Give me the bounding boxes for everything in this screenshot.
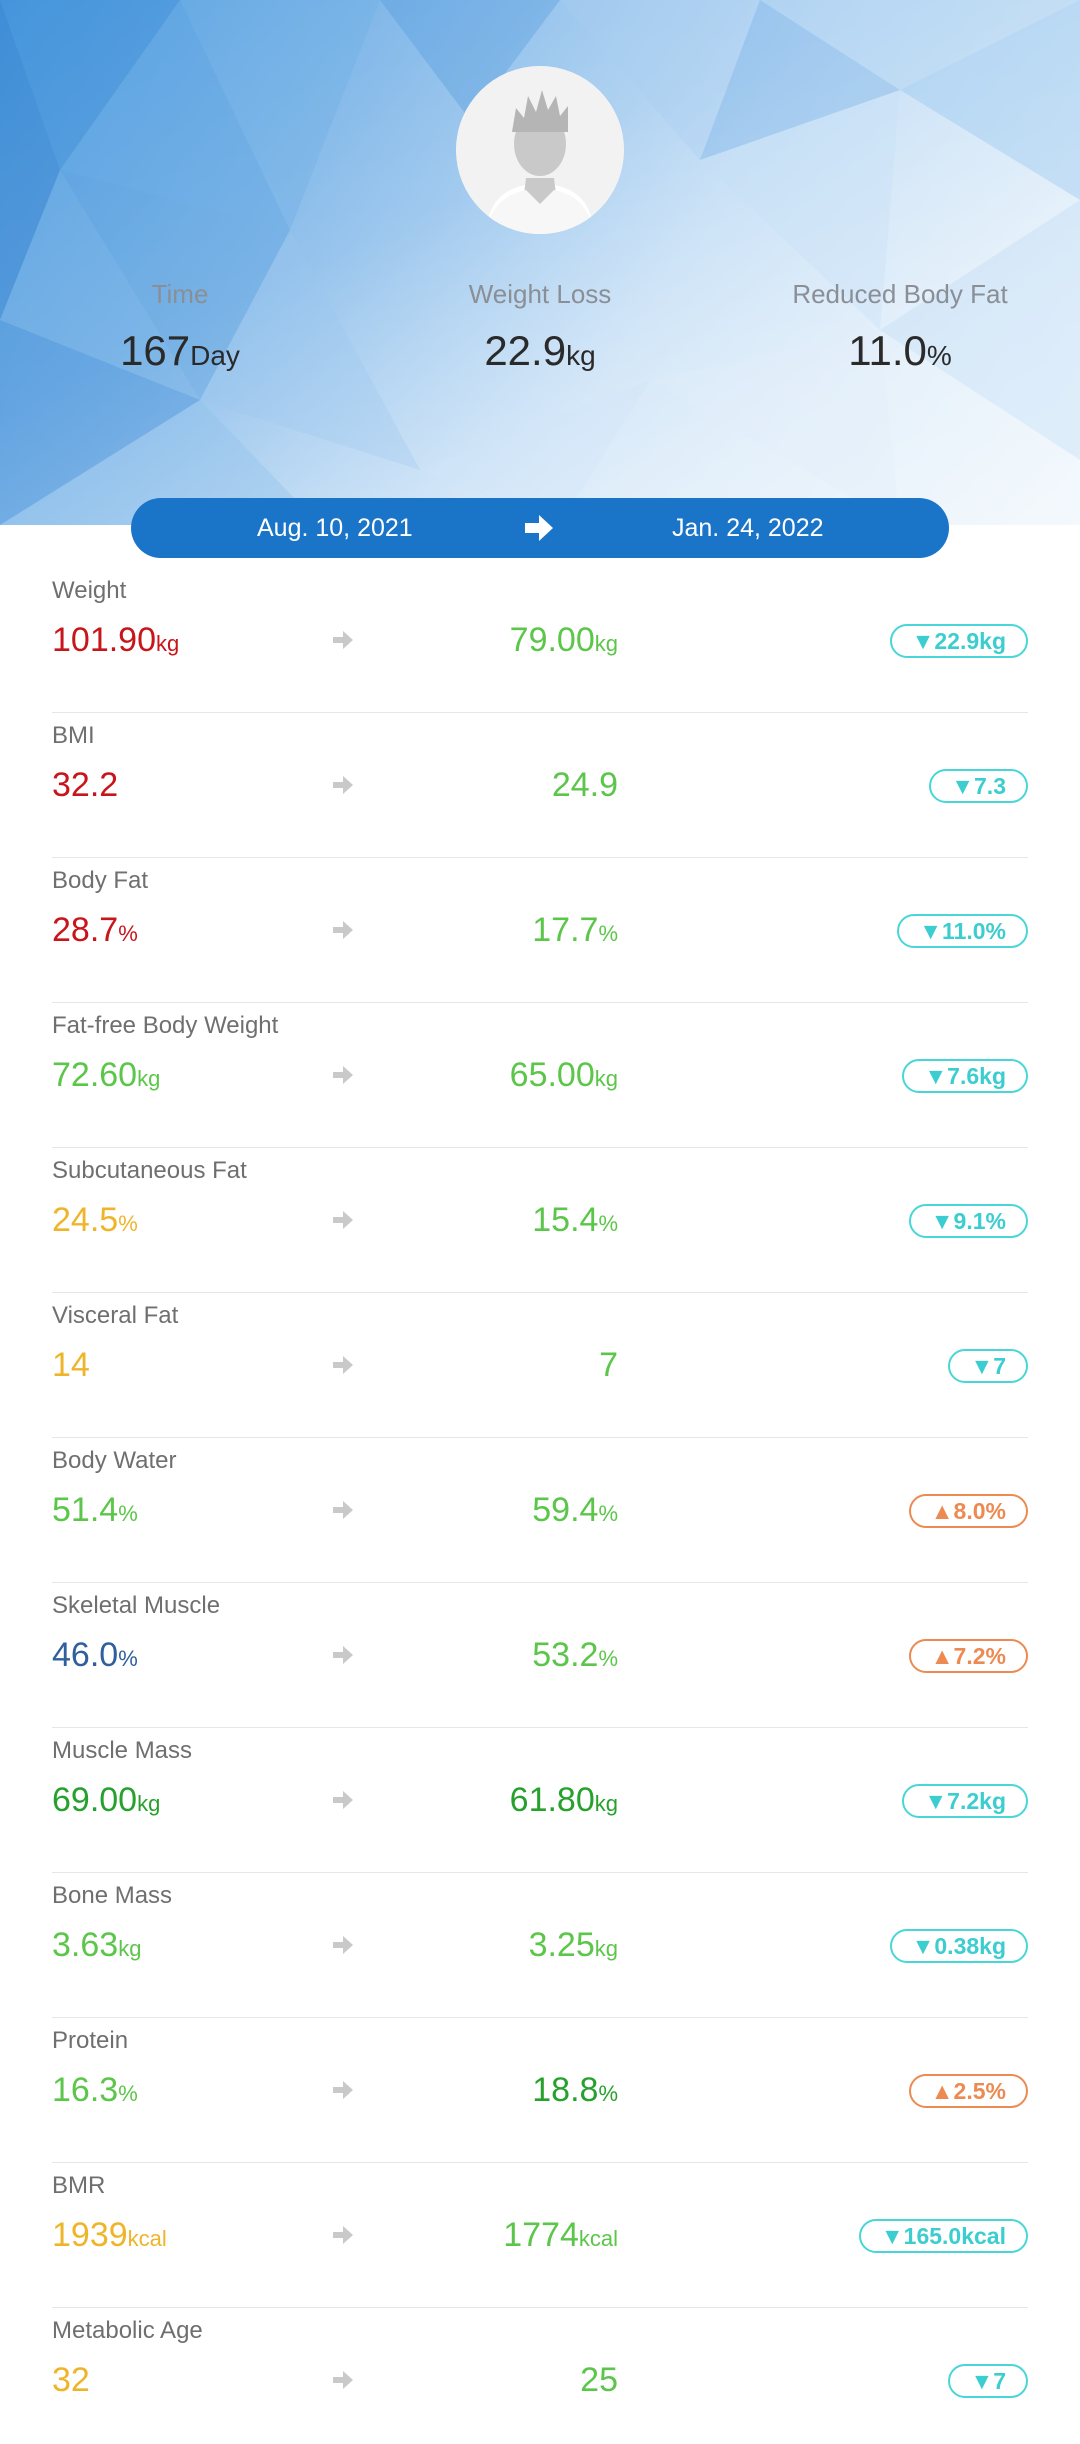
metric-to-value: 1774kcal xyxy=(503,2216,618,2254)
metric-row[interactable]: Visceral Fat 14 7 ▼7 xyxy=(52,1293,1028,1438)
metric-row[interactable]: Metabolic Age 32 25 ▼7 xyxy=(52,2308,1028,2444)
metric-name-fat-free-body-weight: Fat-free Body Weight xyxy=(52,1012,279,1039)
change-badge: ▼11.0% xyxy=(897,914,1028,948)
change-badge: ▼7 xyxy=(948,2364,1028,2398)
metric-to-value: 15.4% xyxy=(532,1201,618,1239)
metric-name-body-fat: Body Fat xyxy=(52,867,149,894)
metric-to-value: 7 xyxy=(599,1346,618,1384)
metric-to-value: 18.8% xyxy=(532,2071,618,2109)
change-badge: ▼165.0kcal xyxy=(858,2219,1028,2253)
arrow-right-icon xyxy=(333,1936,353,1954)
arrow-right-icon xyxy=(333,2371,353,2389)
metric-name-visceral-fat: Visceral Fat xyxy=(52,1302,179,1329)
arrow-right-icon xyxy=(333,1356,353,1374)
start-date[interactable]: Aug. 10, 2021 xyxy=(257,498,413,558)
arrow-right-icon xyxy=(333,1646,353,1664)
metric-row[interactable]: Protein 16.3% 18.8% ▲2.5% xyxy=(52,2018,1028,2163)
change-badge: ▼7.3 xyxy=(929,769,1028,803)
arrow-right-icon xyxy=(333,1501,353,1519)
header-banner: Time 167Day Weight Loss 22.9kg Reduced B… xyxy=(0,0,1080,525)
change-badge: ▼9.1% xyxy=(908,1204,1028,1238)
metric-from-value: 72.60kg xyxy=(52,1056,161,1094)
metric-name-weight: Weight xyxy=(52,577,127,604)
metric-name-protein: Protein xyxy=(52,2027,129,2054)
metric-from-value: 32 xyxy=(52,2361,90,2399)
arrow-right-icon xyxy=(333,1211,353,1229)
metric-row[interactable]: Skeletal Muscle 46.0% 53.2% ▲7.2% xyxy=(52,1583,1028,1728)
arrow-right-icon xyxy=(333,2226,353,2244)
metric-name-muscle-mass: Muscle Mass xyxy=(52,1737,193,1764)
change-badge: ▼0.38kg xyxy=(889,1929,1028,1963)
avatar[interactable] xyxy=(456,66,624,234)
metric-row[interactable]: Muscle Mass 69.00kg 61.80kg ▼7.2kg xyxy=(52,1728,1028,1873)
metric-to-value: 53.2% xyxy=(532,1636,618,1674)
metric-name-metabolic-age: Metabolic Age xyxy=(52,2317,203,2344)
time-label: Time xyxy=(151,279,209,309)
metric-from-value: 3.63kg xyxy=(52,1926,142,1964)
change-badge: ▼22.9kg xyxy=(889,624,1028,658)
metric-from-value: 14 xyxy=(52,1346,90,1384)
metric-name-bmi: BMI xyxy=(52,722,95,749)
metric-from-value: 32.2 xyxy=(52,766,119,804)
arrow-right-icon xyxy=(333,1791,353,1809)
change-badge: ▼7.2kg xyxy=(902,1784,1028,1818)
metric-name-bone-mass: Bone Mass xyxy=(52,1882,173,1909)
date-range-bar[interactable]: Aug. 10, 2021 Jan. 24, 2022 xyxy=(131,498,949,558)
metric-row[interactable]: Fat-free Body Weight 72.60kg 65.00kg ▼7.6kg xyxy=(52,1003,1028,1148)
change-badge: ▼7.6kg xyxy=(902,1059,1028,1093)
metric-row[interactable]: Weight 101.90kg 79.00kg ▼22.9kg xyxy=(52,568,1028,713)
metric-from-value: 16.3% xyxy=(52,2071,138,2109)
metric-to-value: 17.7% xyxy=(532,911,618,949)
metric-row[interactable]: Body Water 51.4% 59.4% ▲8.0% xyxy=(52,1438,1028,1583)
metric-to-value: 61.80kg xyxy=(509,1781,618,1819)
metric-name-skeletal-muscle: Skeletal Muscle xyxy=(52,1592,221,1619)
arrow-right-icon xyxy=(333,776,353,794)
arrow-right-icon xyxy=(525,515,553,541)
weight-loss-stat: Weight Loss 22.9kg xyxy=(360,278,720,381)
change-badge: ▲7.2% xyxy=(908,1639,1028,1673)
weight-loss-label: Weight Loss xyxy=(468,279,612,309)
metric-to-value: 79.00kg xyxy=(509,621,618,659)
time-stat: Time 167Day xyxy=(0,278,360,381)
metrics-list: Weight 101.90kg 79.00kg ▼22.9kg BMI 32.2 24.9 ▼… xyxy=(52,568,1028,2444)
metric-from-value: 24.5% xyxy=(52,1201,138,1239)
metric-row[interactable]: Bone Mass 3.63kg 3.25kg ▼0.38kg xyxy=(52,1873,1028,2018)
metric-from-value: 69.00kg xyxy=(52,1781,161,1819)
metric-name-bmr: BMR xyxy=(52,2172,106,2199)
metric-name-body-water: Body Water xyxy=(52,1447,177,1474)
metric-from-value: 28.7% xyxy=(52,911,138,949)
change-badge: ▲2.5% xyxy=(908,2074,1028,2108)
metric-to-value: 24.9 xyxy=(551,766,618,804)
metric-from-value: 1939kcal xyxy=(52,2216,167,2254)
metric-from-value: 101.90kg xyxy=(52,621,180,659)
end-date[interactable]: Jan. 24, 2022 xyxy=(672,498,824,558)
metric-to-value: 59.4% xyxy=(532,1491,618,1529)
user-silhouette-icon xyxy=(456,66,624,234)
time-value: 167Day xyxy=(120,327,240,374)
arrow-right-icon xyxy=(333,921,353,939)
metric-row[interactable]: BMI 32.2 24.9 ▼7.3 xyxy=(52,713,1028,858)
metric-name-subcutaneous-fat: Subcutaneous Fat xyxy=(52,1157,247,1184)
metric-row[interactable]: Body Fat 28.7% 17.7% ▼11.0% xyxy=(52,858,1028,1003)
metric-to-value: 65.00kg xyxy=(509,1056,618,1094)
metric-to-value: 3.25kg xyxy=(528,1926,618,1964)
weight-loss-value: 22.9kg xyxy=(484,327,596,374)
metric-to-value: 25 xyxy=(580,2361,618,2399)
metric-row[interactable]: BMR 1939kcal 1774kcal ▼165.0kcal xyxy=(52,2163,1028,2308)
reduced-body-fat-label: Reduced Body Fat xyxy=(792,279,1008,309)
metric-row[interactable]: Subcutaneous Fat 24.5% 15.4% ▼9.1% xyxy=(52,1148,1028,1293)
change-badge: ▼7 xyxy=(948,1349,1028,1383)
metric-from-value: 51.4% xyxy=(52,1491,138,1529)
reduced-body-fat-stat: Reduced Body Fat 11.0% xyxy=(720,278,1080,381)
metric-from-value: 46.0% xyxy=(52,1636,138,1674)
arrow-right-icon xyxy=(333,2081,353,2099)
arrow-right-icon xyxy=(333,631,353,649)
arrow-right-icon xyxy=(333,1066,353,1084)
reduced-body-fat-value: 11.0% xyxy=(848,327,952,374)
change-badge: ▲8.0% xyxy=(908,1494,1028,1528)
